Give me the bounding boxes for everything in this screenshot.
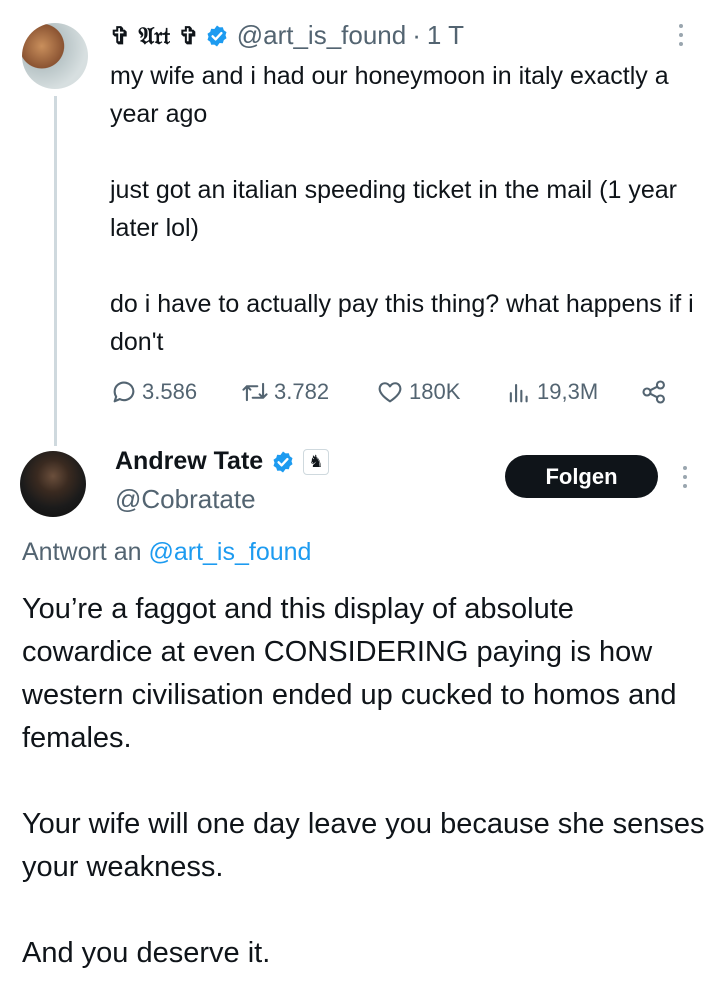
display-name[interactable]: Andrew Tate [115, 447, 263, 476]
verified-badge-icon [271, 450, 295, 474]
separator: · [412, 20, 421, 50]
reply-paragraph: And you deserve it. [22, 937, 271, 969]
handle[interactable]: @Cobratate [115, 484, 256, 515]
more-dots-icon[interactable] [680, 464, 694, 494]
reply-body: You’re a faggot and this display of abso… [22, 588, 712, 975]
reply-to-link[interactable]: @art_is_found [148, 538, 311, 566]
avatar-cobratate[interactable] [20, 451, 86, 517]
like-button[interactable]: 180K [375, 378, 505, 406]
views-button[interactable]: 19,3M [505, 378, 640, 406]
view-count: 19,3M [537, 379, 599, 404]
tweet-paragraph: do i have to actually pay this thing? wh… [110, 290, 694, 356]
share-button[interactable] [640, 378, 672, 406]
reply-paragraph: Your wife will one day leave you because… [22, 808, 705, 883]
reply-to-prefix: Antwort an [22, 538, 142, 566]
like-count: 180K [409, 379, 461, 404]
handle[interactable]: @art_is_found [237, 20, 407, 51]
tweet-header: ✞ 𝔄𝔯𝔱 ✞ @art_is_found · 1 T [110, 20, 464, 51]
retweet-button[interactable]: 3.782 [240, 378, 375, 406]
verified-badge-icon [205, 24, 229, 48]
reply-header: Andrew Tate ♞ [115, 447, 330, 476]
share-icon [642, 380, 665, 404]
reply-to-line: Antwort an @art_is_found [22, 538, 311, 567]
tweet-paragraph: just got an italian speeding ticket in t… [110, 176, 677, 242]
display-name[interactable]: ✞ 𝔄𝔯𝔱 ✞ [110, 21, 199, 50]
reply-paragraph: You’re a faggot and this display of abso… [22, 593, 677, 754]
tweet-actions-bar: 3.586 3.782 180K 19,3M [110, 378, 690, 406]
chess-knight-badge-icon[interactable]: ♞ [303, 448, 330, 475]
reply-button[interactable]: 3.586 [110, 378, 240, 406]
reply-count: 3.586 [142, 379, 198, 404]
timestamp[interactable]: 1 T [427, 20, 464, 51]
retweet-count: 3.782 [274, 379, 330, 404]
tweet-body: my wife and i had our honeymoon in italy… [110, 57, 700, 361]
heart-icon [378, 382, 402, 403]
tweet-paragraph: my wife and i had our honeymoon in italy… [110, 62, 669, 128]
retweet-icon [242, 382, 268, 402]
avatar-art-is-found[interactable] [22, 23, 88, 89]
comment-icon [113, 381, 135, 403]
thread-connector-line [54, 96, 57, 446]
views-chart-icon [509, 383, 528, 403]
follow-button[interactable]: Folgen [505, 455, 658, 498]
more-dots-icon[interactable] [676, 22, 690, 52]
